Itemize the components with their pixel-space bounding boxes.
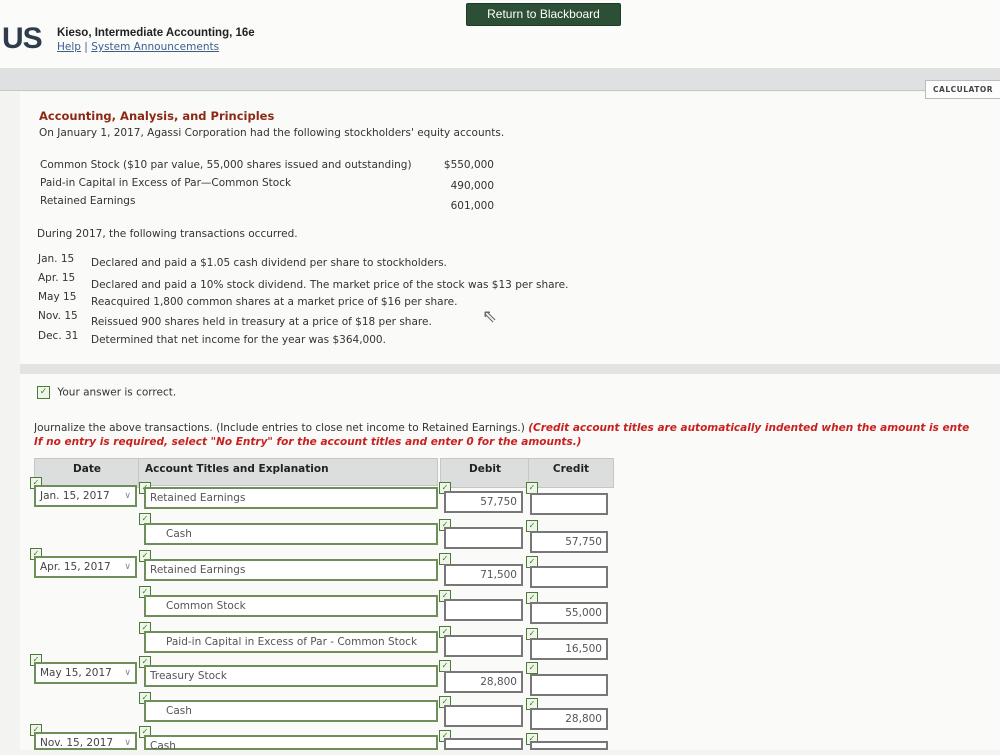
account-title-input[interactable]: Common Stock	[144, 595, 438, 617]
date-select[interactable]: Jan. 15, 2017 ∨	[34, 485, 137, 507]
equity-label: Retained Earnings	[40, 195, 136, 207]
account-title-input[interactable]: Treasury Stock	[144, 665, 438, 687]
credit-column-header: Credit	[528, 458, 614, 488]
transaction-date: May 15	[38, 291, 77, 303]
transaction-description: Declared and paid a $1.05 cash dividend …	[91, 257, 447, 269]
date-select-value: Nov. 15, 2017	[40, 737, 114, 749]
instructions-text: Journalize the above transactions. (Incl…	[34, 422, 525, 434]
debit-column-header: Debit	[440, 458, 530, 488]
check-icon: ✓	[526, 662, 538, 674]
question-intro: On January 1, 2017, Agassi Corporation h…	[39, 127, 505, 139]
chevron-down-icon: ∨	[124, 491, 131, 501]
date-select-value: Apr. 15, 2017	[40, 561, 111, 573]
instructions-note: (Credit account titles are automatically…	[528, 422, 970, 434]
transaction-description: Reissued 900 shares held in treasury at …	[91, 316, 432, 328]
equity-value: 601,000	[450, 200, 494, 212]
credit-input[interactable]	[530, 493, 608, 515]
debit-input[interactable]: 28,800	[444, 671, 523, 693]
transaction-description: Determined that net income for the year …	[91, 334, 386, 346]
account-title-input[interactable]: Retained Earnings	[144, 487, 438, 509]
account-title-input[interactable]: Cash	[144, 700, 438, 722]
credit-input[interactable]: 16,500	[530, 638, 608, 660]
chevron-down-icon: ∨	[124, 738, 131, 748]
date-column-header: Date	[34, 458, 140, 488]
equity-label: Paid-in Capital in Excess of Par—Common …	[40, 177, 292, 189]
book-title: Kieso, Intermediate Accounting, 16e	[57, 27, 255, 39]
mouse-cursor-icon: ⇖	[482, 306, 498, 327]
credit-input[interactable]	[530, 741, 608, 750]
answer-status-text: Your answer is correct.	[57, 386, 177, 399]
instructions: Journalize the above transactions. (Incl…	[34, 422, 1000, 434]
credit-input[interactable]: 28,800	[530, 708, 608, 730]
help-links: Help | System Announcements	[57, 41, 219, 53]
date-select[interactable]: Apr. 15, 2017 ∨	[34, 556, 137, 578]
question-title: Accounting, Analysis, and Principles	[39, 109, 275, 123]
date-select[interactable]: May 15, 2017 ∨	[34, 662, 137, 684]
chevron-down-icon: ∨	[124, 668, 131, 678]
account-title-input[interactable]: Cash	[144, 735, 438, 752]
check-icon: ✓	[37, 386, 50, 399]
site-logo: US	[2, 22, 43, 55]
credit-input[interactable]	[530, 566, 608, 588]
credit-input[interactable]: 57,750	[530, 531, 608, 553]
date-select-value: May 15, 2017	[40, 667, 112, 679]
calculator-button[interactable]: CALCULATOR	[925, 80, 1000, 99]
transaction-date: Nov. 15	[38, 310, 78, 322]
debit-input[interactable]: 57,750	[444, 491, 523, 513]
debit-input[interactable]	[444, 705, 523, 727]
transaction-description: Declared and paid a 10% stock dividend. …	[91, 279, 569, 291]
equity-label: Common Stock ($10 par value, 55,000 shar…	[40, 159, 412, 171]
debit-input[interactable]: 71,500	[444, 564, 523, 586]
debit-input[interactable]	[444, 738, 523, 750]
transactions-intro: During 2017, the following transactions …	[37, 228, 298, 240]
account-title-input[interactable]: Retained Earnings	[144, 559, 438, 581]
transaction-date: Dec. 31	[38, 330, 79, 342]
equity-value: $550,000	[443, 159, 494, 171]
instructions-note-2: If no entry is required, select "No Entr…	[34, 436, 582, 448]
debit-input[interactable]	[444, 599, 523, 621]
system-announcements-link[interactable]: System Announcements	[91, 41, 219, 53]
credit-input[interactable]: 55,000	[530, 602, 608, 624]
transaction-date: Apr. 15	[38, 272, 76, 284]
return-to-blackboard-button[interactable]: Return to Blackboard	[466, 3, 621, 26]
transaction-date: Jan. 15	[38, 253, 75, 265]
account-title-input[interactable]: Cash	[144, 523, 438, 545]
equity-value: 490,000	[450, 180, 494, 192]
header-band	[0, 68, 1000, 91]
top-bar: US Kieso, Intermediate Accounting, 16e H…	[0, 0, 1000, 69]
link-divider: |	[84, 41, 88, 53]
date-select[interactable]: Nov. 15, 2017 ∨	[34, 732, 137, 750]
date-select-value: Jan. 15, 2017	[40, 490, 110, 502]
transaction-description: Reacquired 1,800 common shares at a mark…	[91, 296, 458, 308]
account-column-header: Account Titles and Explanation	[138, 458, 438, 486]
chevron-down-icon: ∨	[124, 562, 131, 572]
credit-input[interactable]	[530, 674, 608, 696]
answer-status: ✓ Your answer is correct.	[37, 386, 176, 399]
account-title-input[interactable]: Paid-in Capital in Excess of Par - Commo…	[144, 631, 438, 653]
debit-input[interactable]	[444, 635, 523, 657]
help-link[interactable]: Help	[57, 41, 81, 53]
section-separator	[20, 364, 1000, 374]
debit-input[interactable]	[444, 527, 523, 549]
